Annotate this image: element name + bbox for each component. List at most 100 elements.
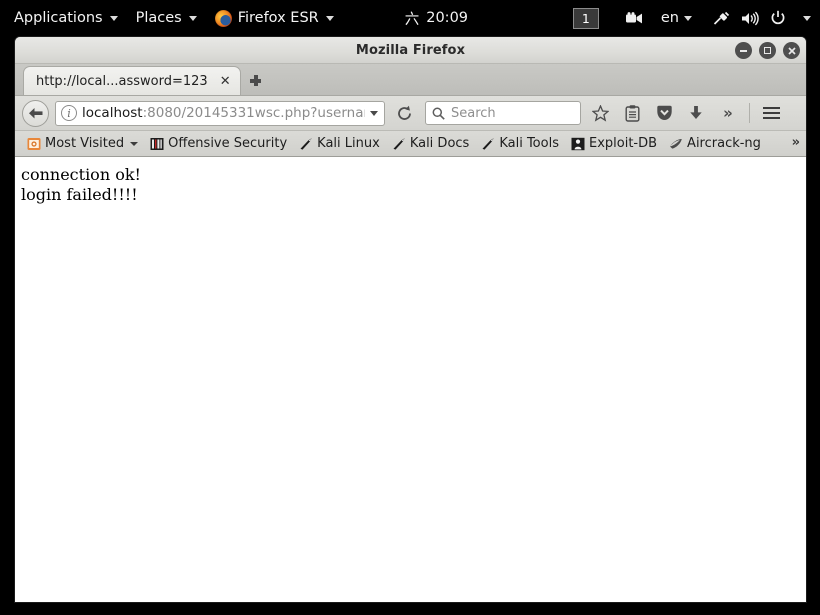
- url-history-dropdown-icon[interactable]: [370, 110, 378, 116]
- window-controls: [735, 37, 800, 64]
- aircrack-ng-icon: [670, 138, 682, 149]
- kali-dragon-icon: [393, 137, 405, 150]
- page-line-connection: connection ok!: [21, 165, 141, 184]
- window-titlebar: Mozilla Firefox: [15, 37, 806, 64]
- url-text: localhost:8080/20145331wsc.php?username=: [82, 105, 365, 121]
- page-content: connection ok! login failed!!!!: [15, 157, 806, 602]
- url-path: :8080/20145331wsc.php?username=: [142, 105, 365, 121]
- bookmark-offensive-security[interactable]: Offensive Security: [144, 133, 293, 155]
- power-icon[interactable]: [764, 0, 792, 36]
- chevron-down-icon: [188, 15, 197, 21]
- bookmark-label: Exploit-DB: [588, 136, 658, 151]
- library-clipboard-icon: [625, 104, 640, 122]
- chevron-down-icon: [684, 15, 692, 21]
- places-menu[interactable]: Places: [127, 0, 206, 36]
- library-button[interactable]: [619, 100, 645, 127]
- double-chevron-right-icon: »: [723, 104, 733, 122]
- tab-close-icon[interactable]: ✕: [218, 75, 233, 88]
- search-icon: [432, 107, 445, 120]
- downloads-button[interactable]: [683, 100, 709, 127]
- firefox-launcher-label: Firefox ESR: [237, 10, 319, 26]
- plus-icon: [250, 75, 262, 86]
- clock[interactable]: 六 20:09: [405, 8, 468, 29]
- chevron-down-icon: [130, 141, 139, 146]
- close-button[interactable]: [783, 42, 800, 59]
- volume-icon[interactable]: [736, 0, 764, 36]
- keyboard-layout-switcher[interactable]: en: [649, 10, 696, 26]
- maximize-icon: [764, 47, 771, 54]
- clock-time-label: 20:09: [426, 10, 469, 26]
- site-identity-info-icon[interactable]: i: [61, 105, 77, 121]
- desktop: Applications Places Firefox ESR 六 20:09 …: [0, 0, 820, 615]
- bookmark-label: Kali Tools: [499, 136, 559, 151]
- bookmark-kali-linux[interactable]: Kali Linux: [293, 133, 386, 155]
- places-menu-label: Places: [135, 10, 182, 26]
- hamburger-line: [762, 107, 780, 109]
- back-arrow-icon: [28, 107, 42, 118]
- bookmark-label: Offensive Security: [168, 136, 288, 151]
- firefox-launcher[interactable]: Firefox ESR: [206, 0, 343, 36]
- bookmark-label: Kali Linux: [317, 136, 380, 151]
- firefox-icon: [214, 9, 232, 27]
- back-button[interactable]: [22, 99, 49, 127]
- search-bar[interactable]: Search: [425, 101, 581, 125]
- page-line-login: login failed!!!!: [21, 184, 138, 204]
- tray-menu-chevron-down-icon[interactable]: [792, 0, 820, 36]
- toolbar-overflow-button[interactable]: »: [715, 100, 741, 127]
- firefox-window: Mozilla Firefox http://local...assword=1…: [14, 36, 807, 603]
- hamburger-line: [762, 112, 780, 114]
- url-host: localhost: [82, 105, 143, 121]
- chevron-down-icon: [802, 15, 811, 21]
- navigation-toolbar: i localhost:8080/20145331wsc.php?usernam…: [15, 96, 806, 131]
- search-input-placeholder: Search: [451, 105, 496, 121]
- browser-tab[interactable]: http://local...assword=123 ✕: [23, 66, 241, 95]
- offensive-security-icon: [150, 137, 164, 150]
- bookmark-label: Kali Docs: [409, 136, 470, 151]
- keyboard-layout-label: en: [660, 10, 679, 26]
- maximize-button[interactable]: [759, 42, 776, 59]
- applications-menu-label: Applications: [14, 10, 103, 26]
- bookmarks-toolbar: Most Visited Offensive Security Kali Lin…: [15, 131, 806, 157]
- video-camera-icon[interactable]: [621, 0, 649, 36]
- system-tray: 1 en: [572, 0, 820, 36]
- hamburger-line: [762, 117, 780, 119]
- bookmark-label: Most Visited: [45, 136, 125, 151]
- bookmark-aircrack-ng[interactable]: Aircrack-ng: [663, 133, 767, 155]
- workspace-label: 1: [581, 10, 590, 26]
- pocket-button[interactable]: [651, 100, 677, 127]
- chevron-down-icon: [325, 15, 334, 21]
- top-panel: Applications Places Firefox ESR 六 20:09 …: [0, 0, 820, 36]
- new-tab-button[interactable]: [241, 66, 271, 95]
- kali-dragon-icon: [482, 137, 494, 150]
- bookmark-exploit-db[interactable]: Exploit-DB: [565, 133, 663, 155]
- most-visited-icon: [27, 137, 41, 150]
- bookmark-kali-docs[interactable]: Kali Docs: [386, 133, 476, 155]
- window-title: Mozilla Firefox: [355, 42, 466, 58]
- reload-button[interactable]: [391, 100, 417, 126]
- hamburger-icon: [762, 107, 780, 119]
- bookmark-label: Aircrack-ng: [687, 136, 761, 151]
- pocket-shield-icon: [656, 105, 672, 120]
- url-bar[interactable]: i localhost:8080/20145331wsc.php?usernam…: [55, 100, 385, 126]
- chevron-down-icon: [109, 15, 118, 21]
- tab-title: http://local...assword=123: [36, 73, 208, 89]
- bookmarks-overflow-button[interactable]: »: [792, 135, 800, 150]
- bookmark-star-button[interactable]: [587, 100, 613, 127]
- bookmark-most-visited[interactable]: Most Visited: [21, 133, 144, 155]
- applications-menu[interactable]: Applications: [0, 0, 127, 36]
- star-icon: [591, 104, 609, 122]
- network-plug-icon[interactable]: [708, 0, 736, 36]
- bookmark-kali-tools[interactable]: Kali Tools: [475, 133, 565, 155]
- tab-strip: http://local...assword=123 ✕: [15, 64, 806, 96]
- kali-dragon-icon: [300, 137, 312, 150]
- minimize-button[interactable]: [735, 42, 752, 59]
- exploit-db-icon: [571, 137, 585, 150]
- download-arrow-icon: [690, 106, 702, 119]
- app-menu-button[interactable]: [758, 100, 784, 127]
- workspace-switcher-1[interactable]: 1: [572, 7, 599, 29]
- clock-day-label: 六: [404, 11, 420, 28]
- reload-icon: [397, 105, 411, 120]
- identity-glyph: i: [67, 106, 71, 120]
- close-icon: [787, 46, 796, 55]
- minimize-icon: [740, 49, 747, 52]
